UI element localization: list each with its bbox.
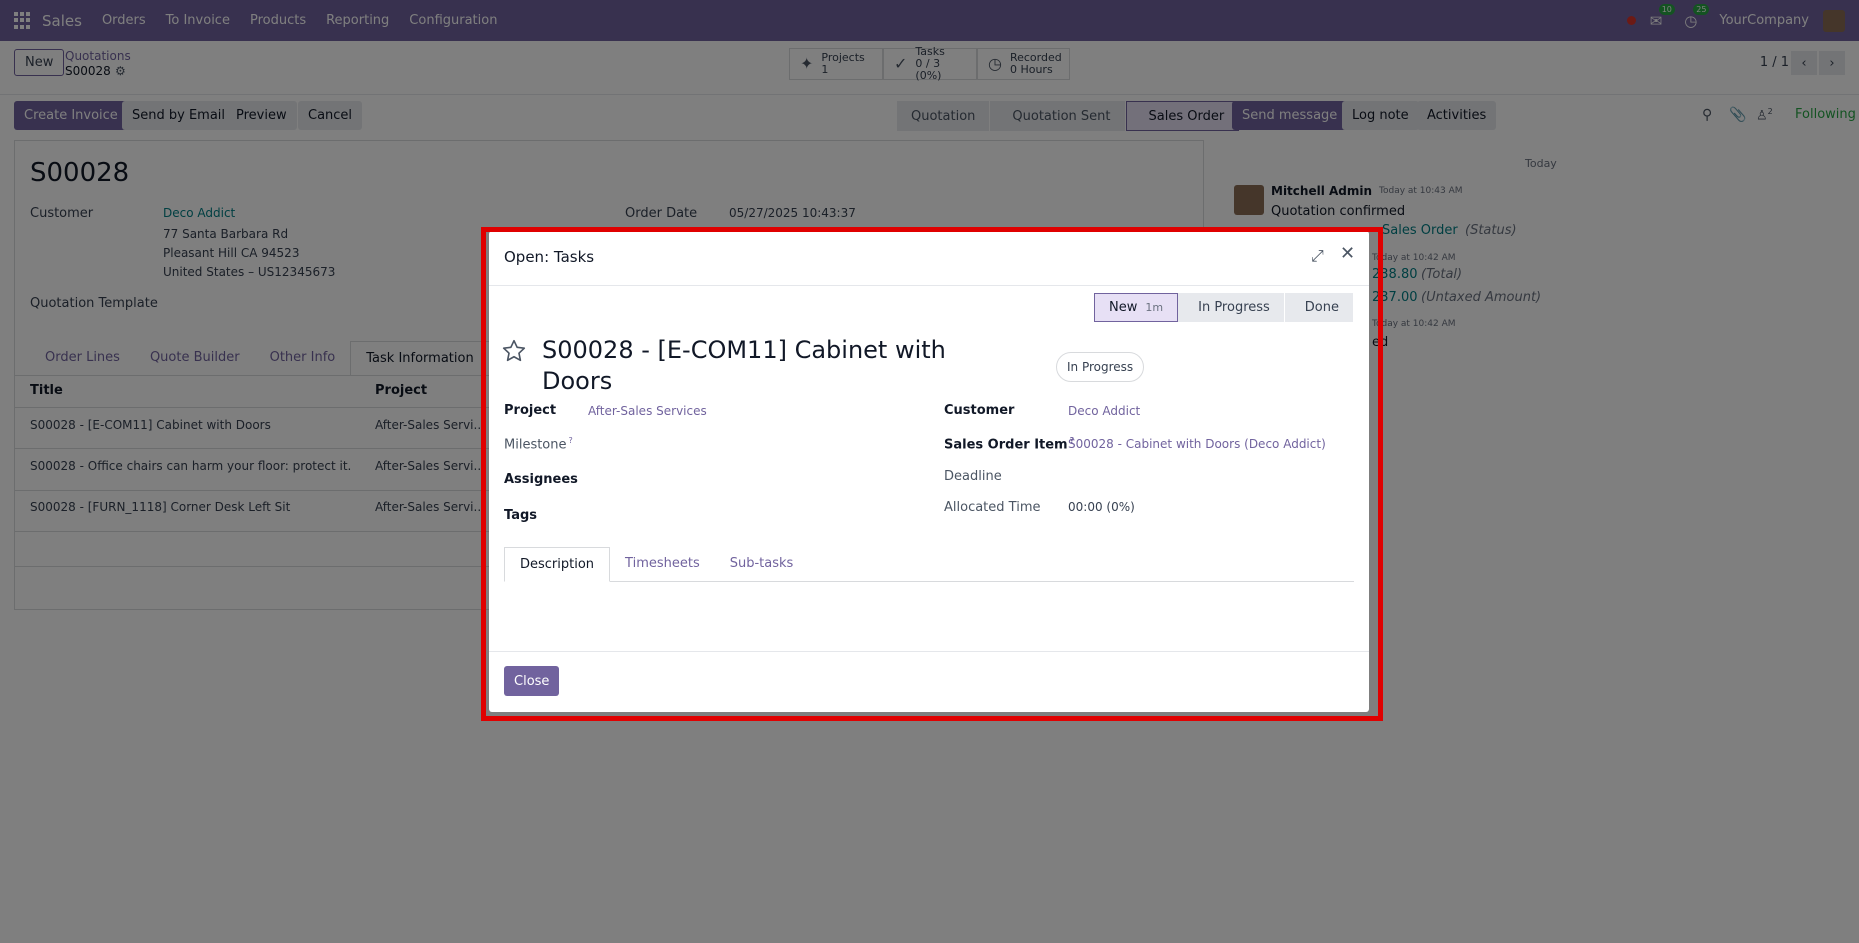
stage-duration: 1m [1145, 301, 1164, 314]
task-dialog: Open: Tasks ⤢ ✕ New 1m In Progress Done S… [489, 231, 1369, 712]
allocated-time-label: Allocated Time [944, 500, 1041, 515]
task-stage-bar: New 1m In Progress Done [1094, 293, 1354, 322]
tab-sub-tasks[interactable]: Sub-tasks [715, 547, 809, 581]
customer-value[interactable]: Deco Addict [1068, 404, 1140, 418]
dialog-title: Open: Tasks [504, 248, 595, 266]
tab-timesheets[interactable]: Timesheets [610, 547, 715, 581]
stage-done[interactable]: Done [1284, 293, 1354, 322]
task-tabs: Description Timesheets Sub-tasks [504, 547, 1354, 582]
stage-label: New [1109, 300, 1138, 315]
tab-description[interactable]: Description [504, 547, 611, 582]
customer-label: Customer [944, 403, 1015, 418]
project-value[interactable]: After-Sales Services [588, 404, 707, 418]
deadline-label: Deadline [944, 469, 1002, 484]
close-button[interactable]: Close [504, 666, 560, 696]
star-icon[interactable] [501, 338, 527, 364]
stage-in-progress[interactable]: In Progress [1178, 293, 1285, 322]
allocated-time-value[interactable]: 00:00 (0%) [1068, 500, 1135, 514]
tags-label: Tags [504, 508, 538, 523]
sales-order-item-value[interactable]: S00028 - Cabinet with Doors (Deco Addict… [1068, 437, 1326, 451]
assignees-label: Assignees [504, 472, 578, 487]
stage-new[interactable]: New 1m [1094, 293, 1179, 322]
sales-order-item-label: Sales Order Item? [944, 436, 1074, 452]
expand-icon[interactable]: ⤢ [1311, 246, 1324, 266]
task-state-badge[interactable]: In Progress [1056, 352, 1145, 382]
close-icon[interactable]: ✕ [1340, 243, 1355, 264]
dialog-header: Open: Tasks ⤢ ✕ [489, 231, 1369, 286]
project-label: Project [504, 403, 557, 418]
dialog-footer: Close [489, 651, 1369, 712]
description-editor[interactable] [504, 589, 1354, 644]
milestone-label-text: Milestone [504, 437, 567, 453]
task-title[interactable]: S00028 - [E-COM11] Cabinet with Doors [542, 335, 962, 397]
sales-order-item-label-text: Sales Order Item [944, 437, 1068, 453]
milestone-label: Milestone? [504, 436, 573, 452]
help-icon[interactable]: ? [569, 436, 573, 445]
